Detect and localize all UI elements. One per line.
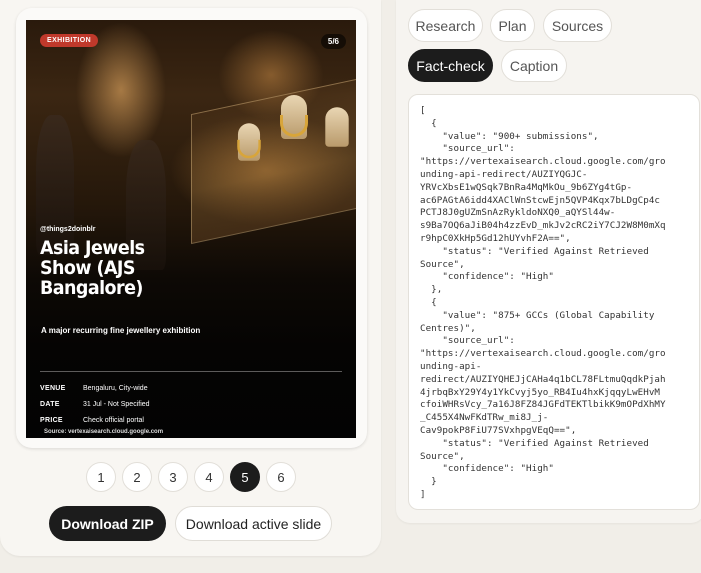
tab-sources[interactable]: Sources: [543, 9, 612, 42]
fact-check-json-text: [ { "value": "900+ submissions", "source…: [420, 105, 666, 500]
meta-value: Check official portal: [83, 417, 144, 424]
page-button-6[interactable]: 6: [266, 462, 296, 492]
meta-value: 31 Jul - Not Specified: [83, 401, 150, 408]
tab-fact-check[interactable]: Fact-check: [408, 49, 493, 82]
fact-check-output[interactable]: [ { "value": "900+ submissions", "source…: [408, 94, 700, 510]
slide-pager: 1 2 3 4 5 6: [86, 462, 296, 492]
page-button-3[interactable]: 3: [158, 462, 188, 492]
slide-source: Source: vertexaisearch.cloud.google.com: [44, 429, 164, 435]
slide-photo-figure: [36, 115, 74, 255]
page-button-1[interactable]: 1: [86, 462, 116, 492]
carousel-slide: EXHIBITION 5/6 @things2doinblr Asia Jewe…: [26, 20, 356, 438]
tab-caption[interactable]: Caption: [501, 49, 567, 82]
social-handle: @things2doinblr: [40, 226, 96, 233]
meta-key: VENUE: [40, 385, 66, 392]
slide-title: Asia Jewels Show (AJS Bangalore): [40, 237, 145, 299]
download-zip-button[interactable]: Download ZIP: [49, 506, 166, 541]
slide-subtitle: A major recurring fine jewellery exhibit…: [41, 326, 201, 335]
meta-value: Bengaluru, City-wide: [83, 385, 148, 392]
page-button-2[interactable]: 2: [122, 462, 152, 492]
page-button-5[interactable]: 5: [230, 462, 260, 492]
meta-row-price: PRICE Check official portal: [40, 417, 144, 424]
meta-key: DATE: [40, 401, 60, 408]
slide-photo-bust: [325, 107, 349, 147]
tab-plan[interactable]: Plan: [490, 9, 535, 42]
slide-photo-showcase: [191, 75, 356, 245]
category-badge: EXHIBITION: [40, 34, 99, 47]
tab-research[interactable]: Research: [408, 9, 483, 42]
download-active-slide-button[interactable]: Download active slide: [175, 506, 332, 541]
slide-divider: [40, 371, 342, 372]
slide-counter-badge: 5/6: [320, 34, 346, 49]
meta-row-venue: VENUE Bengaluru, City-wide: [40, 385, 148, 392]
page-button-4[interactable]: 4: [194, 462, 224, 492]
meta-key: PRICE: [40, 417, 63, 424]
meta-row-date: DATE 31 Jul - Not Specified: [40, 401, 150, 408]
